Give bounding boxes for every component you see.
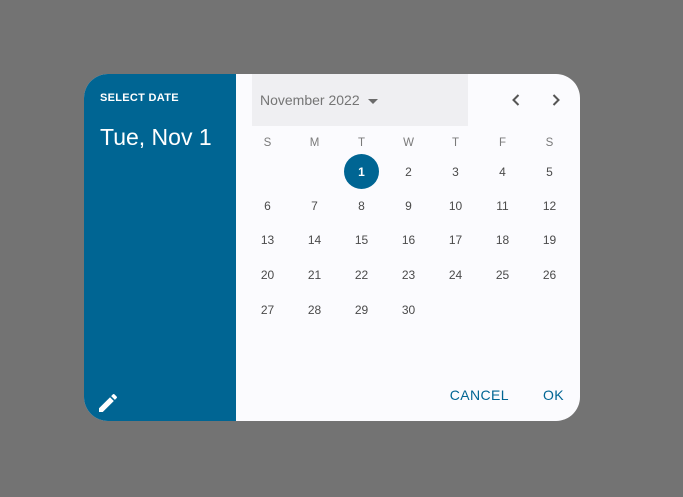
calendar-body: November 2022 S M T W T F S 1 2 3 4 5 6 …	[236, 74, 580, 421]
weekday-header-row: S M T W T F S	[244, 132, 573, 154]
cancel-button[interactable]: CANCEL	[450, 387, 509, 403]
calendar-day[interactable]: 16	[385, 223, 432, 258]
calendar-day[interactable]: 21	[291, 258, 338, 293]
calendar-day[interactable]: 24	[432, 258, 479, 293]
weekday-label: F	[498, 137, 507, 149]
calendar-day[interactable]: 2	[385, 154, 432, 189]
weekday-label: W	[403, 137, 414, 149]
chevron-right-icon	[552, 94, 560, 106]
calendar-day[interactable]: 20	[244, 258, 291, 293]
calendar-day[interactable]: 8	[338, 189, 385, 224]
calendar-day[interactable]: 26	[526, 258, 573, 293]
calendar-week-row: 6 7 8 9 10 11 12	[244, 189, 573, 224]
calendar-day-empty	[432, 292, 479, 327]
selected-date-display: Tue, Nov 1	[100, 124, 212, 150]
weekday-label: M	[309, 137, 320, 149]
calendar-day-label: 1	[344, 154, 379, 189]
calendar-day[interactable]: 9	[385, 189, 432, 224]
calendar-day[interactable]: 14	[291, 223, 338, 258]
calendar-day[interactable]: 15	[338, 223, 385, 258]
date-picker-dialog: SELECT DATE Tue, Nov 1 November 2022 S M…	[84, 74, 580, 421]
calendar-day[interactable]: 5	[526, 154, 573, 189]
ok-button[interactable]: OK	[543, 387, 564, 403]
calendar-day[interactable]: 19	[526, 223, 573, 258]
arrow-drop-down-icon	[367, 98, 378, 104]
calendar-day[interactable]: 13	[244, 223, 291, 258]
calendar-day[interactable]: 12	[526, 189, 573, 224]
dialog-actions: CANCEL OK	[450, 387, 564, 403]
calendar-day[interactable]: 11	[479, 189, 526, 224]
select-date-label: SELECT DATE	[100, 92, 179, 104]
calendar-day-empty	[244, 154, 291, 189]
calendar-day[interactable]: 7	[291, 189, 338, 224]
month-year-label: November 2022	[260, 92, 360, 108]
calendar-day[interactable]: 10	[432, 189, 479, 224]
weekday-label: S	[545, 137, 554, 149]
calendar-day[interactable]: 22	[338, 258, 385, 293]
weekday-label: T	[451, 137, 460, 149]
calendar-week-row: 1 2 3 4 5	[244, 154, 573, 189]
calendar-day[interactable]: 27	[244, 292, 291, 327]
calendar-day[interactable]: 29	[338, 292, 385, 327]
calendar-day[interactable]: 17	[432, 223, 479, 258]
calendar-day[interactable]: 25	[479, 258, 526, 293]
calendar-week-row: 27 28 29 30	[244, 292, 573, 327]
calendar-week-row: 13 14 15 16 17 18 19	[244, 223, 573, 258]
weekday-label: S	[263, 137, 272, 149]
calendar-day[interactable]: 6	[244, 189, 291, 224]
date-picker-header: SELECT DATE Tue, Nov 1	[84, 74, 236, 421]
chevron-left-icon	[512, 94, 520, 106]
calendar-grid: S M T W T F S 1 2 3 4 5 6 7 8 9 10 11 12…	[244, 132, 573, 327]
previous-month-button[interactable]	[504, 88, 528, 112]
calendar-day[interactable]: 30	[385, 292, 432, 327]
calendar-day-selected[interactable]: 1	[338, 154, 385, 189]
calendar-week-row: 20 21 22 23 24 25 26	[244, 258, 573, 293]
pencil-icon	[99, 393, 118, 412]
edit-mode-button[interactable]	[96, 391, 120, 415]
calendar-day-empty	[291, 154, 338, 189]
calendar-day[interactable]: 4	[479, 154, 526, 189]
calendar-day-empty	[479, 292, 526, 327]
calendar-day[interactable]: 28	[291, 292, 338, 327]
next-month-button[interactable]	[544, 88, 568, 112]
weekday-label: T	[357, 137, 366, 149]
month-year-dropdown[interactable]: November 2022	[252, 74, 468, 126]
calendar-day[interactable]: 3	[432, 154, 479, 189]
calendar-day[interactable]: 18	[479, 223, 526, 258]
calendar-day[interactable]: 23	[385, 258, 432, 293]
calendar-day-empty	[526, 292, 573, 327]
